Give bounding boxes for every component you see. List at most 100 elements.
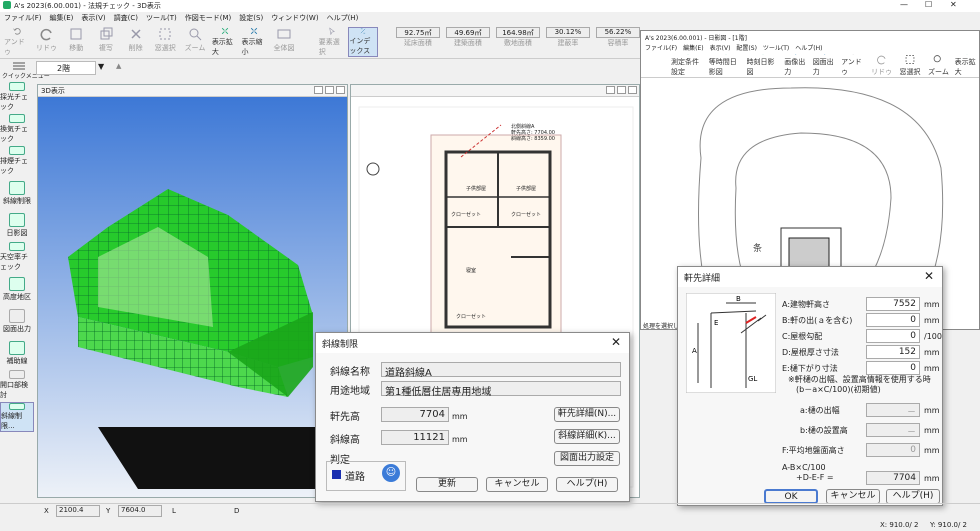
grid-x: X: 910.0/ 2 xyxy=(880,521,919,529)
room-label: 子供部屋 xyxy=(516,186,537,192)
maximize-button[interactable]: ☐ xyxy=(925,0,932,9)
model-3d-canvas[interactable] xyxy=(38,97,348,498)
shadow-redo-button[interactable]: リドゥ xyxy=(869,54,893,77)
eave-detail-button[interactable]: 軒先詳細(N)... xyxy=(554,407,620,422)
floor-select[interactable]: 2階 xyxy=(36,61,96,75)
window-select-icon xyxy=(905,55,915,64)
sidebar-item-shadow[interactable]: 日影図 xyxy=(0,210,34,240)
chevron-up-icon[interactable]: ▲ xyxy=(116,62,121,70)
sidebar-item-lighting[interactable]: 採光チェック xyxy=(0,82,34,112)
zoom-button[interactable]: ズーム xyxy=(182,27,208,57)
image-output-button[interactable]: 画像出力 xyxy=(784,54,808,77)
window-select-button[interactable]: 窓選択 xyxy=(152,27,178,57)
shadow-expand-button[interactable]: 表示拡大 xyxy=(955,54,979,77)
menu-mode[interactable]: 作図モード(M) xyxy=(185,13,232,24)
menu-survey[interactable]: 調査(C) xyxy=(114,13,138,24)
sun-icon xyxy=(763,54,764,55)
menu-view[interactable]: 表示(V) xyxy=(81,13,105,24)
menu-tools[interactable]: ツール(T) xyxy=(146,13,177,24)
move-button[interactable]: 移動 xyxy=(63,27,89,57)
svg-text:B: B xyxy=(736,295,741,303)
shadow-menu-layout[interactable]: 配置(S) xyxy=(736,43,757,54)
shadow-menu-file[interactable]: ファイル(F) xyxy=(645,43,677,54)
lighting-check-icon xyxy=(9,82,25,91)
output-settings-button[interactable]: 図面出力設定 xyxy=(554,451,620,466)
sidebar-item-sky[interactable]: 天空率チェック xyxy=(0,242,34,272)
slope-detail-button[interactable]: 斜線詳細(K)... xyxy=(554,429,620,444)
eave-row-value[interactable]: 0 xyxy=(866,329,920,343)
restore-icon[interactable] xyxy=(325,86,334,94)
shadow-window-select-button[interactable]: 窓選択 xyxy=(898,54,922,77)
eave-row-label: B:軒の出(ａを含む) xyxy=(782,316,853,325)
zoom-in-button[interactable]: 表示拡大 xyxy=(212,27,238,57)
index-button[interactable]: インデックス xyxy=(348,27,379,57)
sidebar-item-slope[interactable]: 斜線制限 xyxy=(0,178,34,208)
drawing-output-button[interactable]: 図面出力 xyxy=(813,54,837,77)
eave-height-field[interactable]: 7704 xyxy=(381,407,449,422)
sidebar-item-slope-active[interactable]: 斜線制限... xyxy=(0,402,34,432)
shadow-zoom-button[interactable]: ズーム xyxy=(926,54,950,77)
condition-button[interactable]: 測定条件設定 xyxy=(671,54,705,77)
select-element-button[interactable]: 要素選択 xyxy=(319,27,345,57)
sidebar-item-guide[interactable]: 補助線 xyxy=(0,338,34,368)
cancel-button[interactable]: キャンセル xyxy=(486,477,548,492)
sidebar-item-height[interactable]: 高度地区 xyxy=(0,274,34,304)
undo-button[interactable]: アンドゥ xyxy=(4,27,30,57)
menu-edit[interactable]: 編集(E) xyxy=(50,13,74,24)
guide-line-icon xyxy=(9,340,25,355)
minimize-icon[interactable] xyxy=(314,86,323,94)
minimize-icon[interactable] xyxy=(606,86,615,94)
slope-height-field[interactable]: 11121 xyxy=(381,430,449,445)
menu-file[interactable]: ファイル(F) xyxy=(4,13,42,24)
shadow-menu-edit[interactable]: 編集(E) xyxy=(683,43,703,54)
help-button[interactable]: ヘルプ(H) xyxy=(556,477,618,492)
restore-icon[interactable] xyxy=(617,86,626,94)
sidebar-item-output[interactable]: 図面出力 xyxy=(0,306,34,336)
eave-help-button[interactable]: ヘルプ(H) xyxy=(886,489,940,504)
x-coordinate[interactable]: 2100.4 xyxy=(56,505,100,517)
close-icon[interactable] xyxy=(336,86,345,94)
time-shadow-button[interactable]: 時刻日影図 xyxy=(747,54,781,77)
eave-sub-label: b:樋の設置高 xyxy=(800,426,848,435)
shadow-menu-tools[interactable]: ツール(T) xyxy=(763,43,789,54)
slope-name-field[interactable]: 道路斜線A xyxy=(381,362,621,379)
copy-button[interactable]: 複写 xyxy=(93,27,119,57)
zone-field[interactable]: 第1種低層住居専用地域 xyxy=(381,381,621,398)
redo-button[interactable]: リドゥ xyxy=(34,27,60,57)
menu-settings[interactable]: 設定(S) xyxy=(239,13,263,24)
menu-help[interactable]: ヘルプ(H) xyxy=(327,13,359,24)
eave-row-value[interactable]: 7552 xyxy=(866,297,920,311)
shadow-undo-button[interactable]: アンドゥ xyxy=(841,54,865,77)
eave-row-value[interactable]: 152 xyxy=(866,345,920,359)
shadow-menu-help[interactable]: ヘルプ(H) xyxy=(795,43,822,54)
close-icon[interactable] xyxy=(628,86,637,94)
expand-icon xyxy=(221,27,228,35)
sidebar-item-opening[interactable]: 開口部検討 xyxy=(0,370,34,400)
fit-all-button[interactable]: 全体図 xyxy=(271,27,297,57)
shrink-icon xyxy=(251,27,258,35)
eave-row-unit: /100 xyxy=(924,332,942,341)
eave-cancel-button[interactable]: キャンセル xyxy=(826,489,880,504)
update-button[interactable]: 更新 xyxy=(416,477,478,492)
eave-row-value[interactable]: 0 xyxy=(866,361,920,375)
zoom-out-button[interactable]: 表示縮小 xyxy=(242,27,268,57)
room-label: クローゼット xyxy=(511,212,542,218)
minimize-button[interactable]: — xyxy=(900,0,908,9)
app-icon xyxy=(3,1,11,9)
sidebar-item-ventilation[interactable]: 換気チェック xyxy=(0,114,34,144)
y-coordinate[interactable]: 7604.0 xyxy=(118,505,162,517)
menu-window[interactable]: ウィンドウ(W) xyxy=(271,13,318,24)
delete-button[interactable]: 削除 xyxy=(123,27,149,57)
redo-icon xyxy=(876,55,886,65)
eave-row-value[interactable]: 0 xyxy=(866,313,920,327)
sidebar-item-smoke[interactable]: 排煙チェック xyxy=(0,146,34,176)
isochrone-button[interactable]: 等時間日影図 xyxy=(709,54,743,77)
close-button[interactable]: ✕ xyxy=(950,0,957,9)
slope-dialog-title: 斜線制限 ✕ xyxy=(316,333,629,353)
ok-button[interactable]: OK xyxy=(764,489,818,504)
view-3d-caption: 3D表示 xyxy=(38,85,347,97)
chevron-down-icon[interactable]: ▼ xyxy=(98,62,104,71)
shadow-menu-view[interactable]: 表示(V) xyxy=(710,43,731,54)
close-icon[interactable]: ✕ xyxy=(611,335,621,349)
close-icon[interactable]: ✕ xyxy=(924,269,934,283)
